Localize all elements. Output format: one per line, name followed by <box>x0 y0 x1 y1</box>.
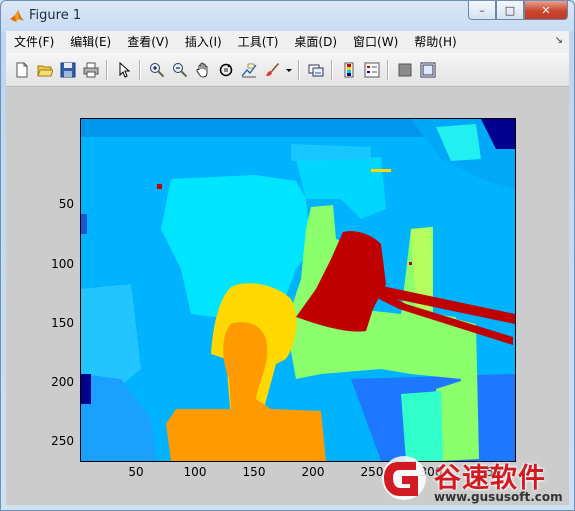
menu-insert[interactable]: 插入(I) <box>177 31 230 53</box>
link-plot-icon[interactable] <box>306 60 326 80</box>
menu-file[interactable]: 文件(F) <box>6 31 62 53</box>
brush-dropdown-icon[interactable] <box>285 60 293 80</box>
x-tick-label: 150 <box>242 465 266 479</box>
menu-desktop[interactable]: 桌面(D) <box>286 31 345 53</box>
open-file-icon[interactable] <box>35 60 55 80</box>
rotate-3d-icon[interactable] <box>216 60 236 80</box>
legend-icon[interactable] <box>362 60 382 80</box>
y-tick-label: 50 <box>58 197 74 211</box>
toolbar-separator <box>106 59 108 80</box>
menu-help[interactable]: 帮助(H) <box>406 31 464 53</box>
x-tick-label: 50 <box>128 465 144 479</box>
figure-window: Figure 1 – □ ✕ 文件(F) 编辑(E) 查看(V) 插入(I) 工… <box>0 0 575 511</box>
print-icon[interactable] <box>81 60 101 80</box>
watermark: 谷速软件 www.gususoft.com <box>378 452 575 510</box>
matlab-logo-icon <box>10 10 24 22</box>
menu-edit[interactable]: 编辑(E) <box>62 31 119 53</box>
gusu-logo-icon <box>382 456 426 500</box>
brush-icon[interactable] <box>262 60 282 80</box>
x-tick-label: 200 <box>301 465 325 479</box>
hide-plot-tools-icon[interactable] <box>395 60 415 80</box>
y-tick-label: 150 <box>51 316 74 330</box>
data-cursor-icon[interactable] <box>239 60 259 80</box>
toolbar-separator <box>298 59 300 80</box>
toolbar-separator <box>139 59 141 80</box>
close-button[interactable]: ✕ <box>524 1 568 20</box>
image-axes[interactable] <box>80 118 516 462</box>
zoom-in-icon[interactable] <box>147 60 167 80</box>
y-tick-label: 200 <box>51 375 74 389</box>
figure-client: 文件(F) 编辑(E) 查看(V) 插入(I) 工具(T) 桌面(D) 窗口(W… <box>6 31 569 505</box>
watermark-url: www.gususoft.com <box>434 490 563 504</box>
y-tick-label: 250 <box>51 434 74 448</box>
figure-canvas[interactable]: 50 100 150 200 250 50 100 150 200 250 30… <box>6 88 569 505</box>
save-icon[interactable] <box>58 60 78 80</box>
menu-bar: 文件(F) 编辑(E) 查看(V) 插入(I) 工具(T) 桌面(D) 窗口(W… <box>6 31 569 53</box>
pan-hand-icon[interactable] <box>193 60 213 80</box>
new-figure-icon[interactable] <box>12 60 32 80</box>
menu-view[interactable]: 查看(V) <box>119 31 177 53</box>
toolbar-separator <box>387 59 389 80</box>
zoom-out-icon[interactable] <box>170 60 190 80</box>
toolbar-separator <box>331 59 333 80</box>
maximize-button[interactable]: □ <box>496 1 524 20</box>
minimize-button[interactable]: – <box>468 1 496 20</box>
colorbar-icon[interactable] <box>339 60 359 80</box>
figure-toolbar <box>6 53 569 87</box>
menu-window[interactable]: 窗口(W) <box>345 31 406 53</box>
y-tick-label: 100 <box>51 257 74 271</box>
title-bar[interactable]: Figure 1 – □ ✕ <box>1 1 574 31</box>
disparity-map-image <box>81 119 515 461</box>
x-tick-label: 100 <box>183 465 207 479</box>
window-title: Figure 1 <box>29 8 82 23</box>
show-plot-tools-icon[interactable] <box>418 60 438 80</box>
menu-dock-arrow-icon[interactable]: ↘ <box>555 35 563 46</box>
menu-tools[interactable]: 工具(T) <box>230 31 287 53</box>
pointer-icon[interactable] <box>114 60 134 80</box>
